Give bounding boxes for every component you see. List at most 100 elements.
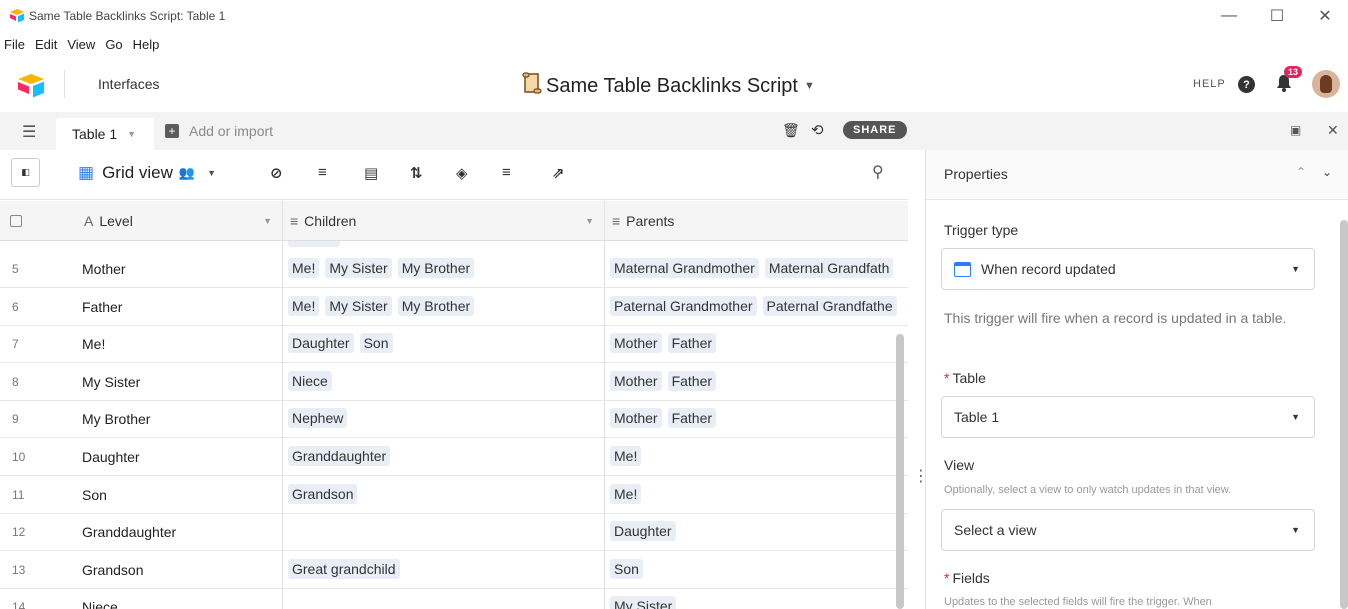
parents-cell[interactable]: Me!	[610, 483, 906, 504]
table-row[interactable]: 8 My Sister Niece Mother Father	[0, 363, 908, 401]
linked-record-chip[interactable]: Me!	[288, 258, 320, 278]
linked-record-chip[interactable]: Great grandchild	[288, 558, 400, 579]
parents-cell[interactable]: Mother Father	[610, 408, 906, 429]
share-view-icon[interactable]: ⇗	[552, 164, 565, 182]
view-select[interactable]: Select a view ▼	[941, 509, 1315, 551]
menu-go[interactable]: Go	[105, 37, 122, 52]
linked-record-chip[interactable]: My Sister	[325, 295, 392, 316]
parents-cell[interactable]: Daughter	[610, 521, 906, 542]
menu-file[interactable]: File	[4, 37, 25, 52]
level-cell[interactable]: Father	[82, 299, 122, 315]
row-height-icon[interactable]: ≡	[502, 164, 511, 181]
children-cell[interactable]: Daughter Son	[288, 333, 600, 354]
linked-record-chip[interactable]: Niece	[288, 370, 332, 391]
chevron-up-icon[interactable]: ⌃	[1296, 165, 1306, 179]
table-row[interactable]: 11 Son Grandson Me!	[0, 476, 908, 514]
level-cell[interactable]: Me!	[82, 336, 105, 352]
level-cell[interactable]: Daughter	[82, 449, 140, 465]
linked-record-chip[interactable]: Maternal Grandfath	[764, 258, 894, 278]
color-icon[interactable]: ◈	[456, 164, 468, 182]
table-row[interactable]: 9 My Brother Nephew Mother Father	[0, 400, 908, 439]
trash-icon[interactable]: 🗑	[782, 122, 800, 139]
linked-record-chip[interactable]: My Sister	[610, 596, 677, 609]
view-switcher[interactable]: ▦ Grid view 👥 ▼	[78, 163, 216, 183]
level-cell[interactable]: My Sister	[82, 374, 140, 390]
linked-record-chip[interactable]: Daughter	[288, 333, 354, 354]
linked-record-chip[interactable]: Father	[667, 333, 717, 354]
table-row[interactable]: 6 Father Me! My Sister My Brother Paternal Gr…	[0, 288, 908, 326]
menu-help[interactable]: Help	[133, 37, 160, 52]
linked-record-chip[interactable]: Nephew	[288, 408, 348, 429]
history-icon[interactable]: ⟲	[811, 121, 824, 139]
column-header-parents[interactable]: ≡ Parents	[612, 201, 908, 241]
airtable-logo-icon[interactable]	[16, 74, 46, 101]
linked-record-chip[interactable]: Me!	[610, 446, 642, 466]
hamburger-menu-icon[interactable]: ☰	[22, 122, 36, 142]
linked-record-chip[interactable]: Me!	[288, 295, 320, 316]
menu-view[interactable]: View	[67, 37, 95, 52]
close-icon[interactable]: ✕	[1302, 0, 1348, 32]
menu-edit[interactable]: Edit	[35, 37, 57, 52]
linked-record-chip[interactable]: Daughter	[610, 521, 676, 542]
base-title[interactable]: Same Table Backlinks Script ▼	[522, 72, 815, 100]
share-button[interactable]: SHARE	[843, 121, 907, 139]
linked-record-chip[interactable]: Mother	[610, 333, 662, 354]
children-cell[interactable]: Great grandchild	[288, 558, 600, 579]
linked-record-chip[interactable]: Paternal Grandfathe	[762, 295, 897, 316]
level-cell[interactable]: Son	[82, 487, 107, 503]
children-cell[interactable]: Me! My Sister My Brother	[288, 295, 600, 316]
linked-record-chip[interactable]: Father	[667, 408, 717, 429]
linked-record-chip[interactable]: Me!	[610, 483, 642, 504]
minimize-icon[interactable]: —	[1206, 0, 1252, 32]
children-cell[interactable]: Me! My Sister My Brother	[288, 258, 600, 278]
toggle-sidebar-button[interactable]: ◧	[11, 158, 40, 187]
select-all-checkbox[interactable]	[10, 215, 22, 227]
close-panel-icon[interactable]: ✕	[1327, 122, 1339, 139]
expand-icon[interactable]: ▣	[1290, 123, 1301, 137]
table-select[interactable]: Table 1 ▼	[941, 396, 1315, 438]
avatar[interactable]	[1312, 70, 1340, 98]
parents-cell[interactable]: Paternal Grandmother Paternal Grandfathe	[610, 295, 906, 316]
level-cell[interactable]: My Brother	[82, 411, 150, 427]
parents-cell[interactable]: Me!	[610, 446, 906, 466]
table-row[interactable]: 5 Mother Me! My Sister My Brother Maternal Gr…	[0, 250, 908, 288]
children-cell[interactable]: Nephew	[288, 408, 600, 429]
help-icon[interactable]: ?	[1238, 76, 1255, 93]
children-cell[interactable]: Grandson	[288, 483, 600, 504]
linked-record-chip[interactable]: Grandson	[288, 483, 358, 504]
linked-record-chip[interactable]: My Sister	[325, 258, 392, 278]
chevron-down-icon[interactable]: ▼	[127, 129, 136, 139]
chevron-down-icon[interactable]: ▼	[585, 216, 594, 226]
hide-fields-icon[interactable]: ⊘	[270, 164, 283, 182]
linked-record-chip[interactable]: My Brother	[397, 258, 475, 278]
search-icon[interactable]: ⚲	[872, 162, 884, 182]
tab-table-1[interactable]: Table 1 ▼	[56, 118, 154, 150]
table-row[interactable]: 13 Grandson Great grandchild Son	[0, 551, 908, 589]
linked-record-chip[interactable]: Mother	[610, 408, 662, 429]
table-row[interactable]: 10 Daughter Granddaughter Me!	[0, 438, 908, 476]
sort-icon[interactable]: ⇅	[410, 164, 423, 182]
parents-cell[interactable]: Mother Father	[610, 370, 906, 391]
chevron-down-icon[interactable]: ▼	[263, 216, 272, 226]
table-row[interactable]: 14 Niece My Sister	[0, 588, 908, 609]
children-cell[interactable]: Granddaughter	[288, 446, 600, 466]
interfaces-link[interactable]: Interfaces	[98, 76, 159, 92]
linked-record-chip[interactable]: Son	[359, 333, 393, 354]
parents-cell[interactable]: Maternal Grandmother Maternal Grandfath	[610, 258, 906, 278]
linked-record-chip[interactable]: Maternal Grandmother	[610, 258, 759, 278]
column-header-children[interactable]: ≡ Children ▼	[290, 201, 604, 241]
table-row[interactable]: 12 Granddaughter Daughter	[0, 513, 908, 552]
linked-record-chip[interactable]: Granddaughter	[288, 446, 391, 466]
group-icon[interactable]: ▤	[364, 164, 378, 182]
trigger-type-select[interactable]: When record updated ▼	[941, 248, 1315, 290]
chevron-down-icon[interactable]: ⌄	[1322, 165, 1332, 179]
linked-record-chip[interactable]: My Brother	[397, 295, 475, 316]
table-row[interactable]: 7 Me! Daughter Son Mother Father	[0, 325, 908, 364]
parents-cell[interactable]: Son	[610, 558, 906, 579]
parents-cell[interactable]: My Sister	[610, 596, 906, 609]
maximize-icon[interactable]: ☐	[1254, 0, 1300, 32]
level-cell[interactable]: Granddaughter	[82, 524, 176, 540]
linked-record-chip[interactable]: Son	[610, 558, 643, 579]
linked-record-chip[interactable]: Paternal Grandmother	[610, 295, 757, 316]
filter-icon[interactable]: ≡	[318, 164, 327, 181]
